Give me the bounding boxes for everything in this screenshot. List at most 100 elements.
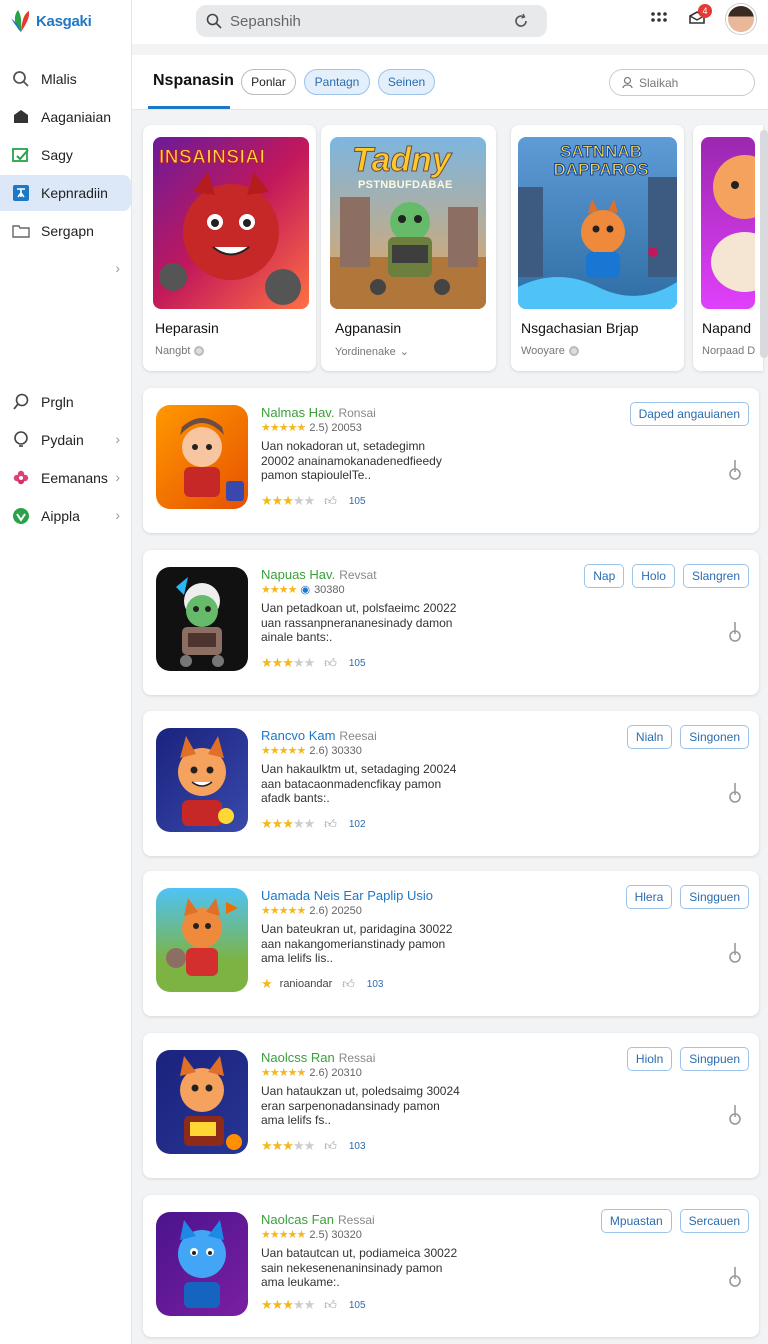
app-name[interactable]: Nalmas Hav. xyxy=(261,405,334,420)
app-name-line: Rancvo Kam Reesai xyxy=(261,728,377,743)
app-description: Uan petadkoan ut, polsfaeimc 20022 uan r… xyxy=(261,601,457,644)
filter-pill-seinen[interactable]: Seinen xyxy=(378,69,435,95)
game-art-image: Tadny PSTNBUFDABAE xyxy=(330,137,486,309)
notification-button[interactable]: 4 xyxy=(688,3,712,31)
featured-sub-text: Nangbt xyxy=(155,345,191,357)
app-name-line: Nalmas Hav. Ronsai xyxy=(261,405,376,420)
rating-stars: ★★★★★ xyxy=(261,493,315,508)
app-name-line: Naolcas Fan Ressai xyxy=(261,1212,375,1227)
folder-icon xyxy=(11,221,31,241)
download-icon[interactable] xyxy=(727,1103,743,1130)
download-icon[interactable] xyxy=(727,458,743,485)
filter-pill-ponlar[interactable]: Ponlar xyxy=(241,69,296,95)
game-art-image xyxy=(701,137,755,309)
secondary-search-placeholder: Slaikah xyxy=(639,75,679,90)
list-item[interactable]: Napuas Hav. Revsat ★★★★ ◉ 30380 Uan petadko… xyxy=(143,550,759,695)
action-button[interactable]: Hlera xyxy=(625,885,673,909)
app-meta-text: 2.6) 30330 xyxy=(309,745,362,757)
app-description: Uan batautcan ut, podiameica 30022 sain … xyxy=(261,1246,458,1289)
app-name[interactable]: Napuas Hav. xyxy=(261,567,335,582)
tab-active-indicator xyxy=(148,106,230,109)
sidebar-item-label: Kepnradiin xyxy=(41,185,108,201)
featured-card[interactable]: Napand Norpaad D xyxy=(693,125,763,371)
featured-card[interactable]: Tadny PSTNBUFDABAE Agpanasin Yordinenake… xyxy=(321,125,496,371)
search-input[interactable]: Sepanshih xyxy=(196,5,547,37)
carousel-scrollbar[interactable] xyxy=(760,130,768,358)
star-rating-icon: ★★★★★ xyxy=(261,1229,306,1241)
app-description: Uan hataukzan ut, poledsaimg 30024 eran … xyxy=(261,1084,460,1127)
sidebar-item-label: Pydain xyxy=(41,432,84,448)
app-rating: ★★★★★ 👍︎ 105 xyxy=(261,493,366,509)
app-actions: Mpuastan Sercauen xyxy=(600,1209,749,1233)
list-item[interactable]: Uamada Neis Ear Paplip Usio ★★★★★ 2.6) 20… xyxy=(143,871,759,1016)
sidebar-item-kepnradiin[interactable]: Kepnradiin xyxy=(0,175,131,211)
app-name[interactable]: Naolcas Fan xyxy=(261,1212,334,1227)
app-name-line: Naolcss Ran Ressai xyxy=(261,1050,375,1065)
sidebar-item-pydain[interactable]: Pydain › xyxy=(0,422,132,458)
app-icon xyxy=(156,567,248,671)
secondary-search-input[interactable]: Slaikah xyxy=(609,69,755,96)
sidebar-item-eemanans[interactable]: Eemanans › xyxy=(0,460,132,496)
download-icon[interactable] xyxy=(727,620,743,647)
action-button[interactable]: Nap xyxy=(584,564,625,588)
chevron-right-icon: › xyxy=(115,431,120,447)
sidebar-nav-secondary: Prgln Pydain › Eemanans › Aippla › xyxy=(0,384,132,536)
chevron-right-icon: › xyxy=(115,469,120,485)
action-button[interactable]: Mpuastan xyxy=(600,1209,672,1233)
tab-main[interactable]: Nspanasin xyxy=(153,72,234,90)
featured-card[interactable]: SATNNAB DAPPAROS Nsgachasian Brjap Wooya… xyxy=(511,125,684,371)
app-name[interactable]: Uamada Neis Ear Paplip Usio xyxy=(261,888,433,903)
app-icon xyxy=(156,888,248,992)
sidebar-item-label: Aaganiaian xyxy=(41,109,112,125)
list-item[interactable]: Rancvo Kam Reesai ★★★★★ 2.6) 30330 Uan hak… xyxy=(143,711,759,856)
action-button[interactable]: Slangren xyxy=(682,564,749,588)
list-item[interactable]: Naolcss Ran Ressai ★★★★★ 2.6) 20310 Uan ha… xyxy=(143,1033,759,1178)
download-icon[interactable] xyxy=(727,781,743,808)
action-button[interactable]: Holo xyxy=(632,564,675,588)
app-name[interactable]: Rancvo Kam xyxy=(261,728,335,743)
pin-icon xyxy=(11,183,31,203)
radio-icon xyxy=(568,346,579,356)
app-description: Uan nokadoran ut, setadegimn 20002 anain… xyxy=(261,439,442,482)
app-icon xyxy=(156,1212,248,1316)
featured-subtitle: Nangbt xyxy=(155,345,205,357)
list-item[interactable]: Naolcas Fan Ressai ★★★★★ 2.5) 30320 Uan ba… xyxy=(143,1195,759,1337)
sidebar-expand[interactable]: › xyxy=(0,251,132,287)
reload-icon[interactable] xyxy=(513,13,537,33)
app-tag: Reesai xyxy=(339,729,377,743)
filter-pill-pantagn[interactable]: Pantagn xyxy=(304,69,370,95)
featured-card[interactable]: INSAINSIAI Heparasin Nangbt xyxy=(143,125,316,371)
app-tag: Ronsai xyxy=(338,406,376,420)
download-icon[interactable] xyxy=(727,1265,743,1292)
app-rating: ★★★★★ 👍︎ 103 xyxy=(261,1138,366,1154)
sidebar-item-sergapn[interactable]: Sergapn xyxy=(0,213,132,249)
avatar[interactable] xyxy=(726,4,756,34)
action-button[interactable]: Singonen xyxy=(680,725,749,749)
game-art-image: SATNNAB DAPPAROS xyxy=(518,137,677,309)
sidebar-item-aaganiaian[interactable]: Aaganiaian xyxy=(0,99,132,135)
action-button[interactable]: Singpuen xyxy=(680,1047,749,1071)
apps-grid-icon[interactable] xyxy=(650,10,668,28)
sidebar-item-aippla[interactable]: Aippla › xyxy=(0,498,132,534)
like-count: 105 xyxy=(348,495,366,507)
search-icon xyxy=(11,69,31,89)
action-button[interactable]: Sercauen xyxy=(679,1209,749,1233)
app-tag: Revsat xyxy=(339,568,377,582)
app-meta: ★★★★★ 2.6) 20310 xyxy=(261,1066,362,1079)
download-icon[interactable] xyxy=(727,941,743,968)
sidebar-item-mlalis[interactable]: Mlalis xyxy=(0,61,132,97)
app-icon xyxy=(156,1050,248,1154)
app-actions: Daped angauianen xyxy=(629,402,749,426)
action-button[interactable]: Nialn xyxy=(626,725,673,749)
action-button[interactable]: Daped angauianen xyxy=(629,402,749,426)
sidebar-item-prgln[interactable]: Prgln xyxy=(0,384,132,420)
sidebar-item-sagy[interactable]: Sagy xyxy=(0,137,132,173)
action-button[interactable]: Hioln xyxy=(626,1047,673,1071)
featured-subtitle: Norpaad D xyxy=(702,345,755,357)
action-button[interactable]: Singguen xyxy=(680,885,749,909)
app-logo[interactable]: Kasgaki xyxy=(10,4,92,38)
app-name[interactable]: Naolcss Ran xyxy=(261,1050,335,1065)
list-item[interactable]: Nalmas Hav. Ronsai ★★★★★ 2.5) 20053 Uan no… xyxy=(143,388,759,533)
search-icon xyxy=(206,13,222,29)
app-description: Uan hakaulktm ut, setadaging 20024 aan b… xyxy=(261,762,457,805)
